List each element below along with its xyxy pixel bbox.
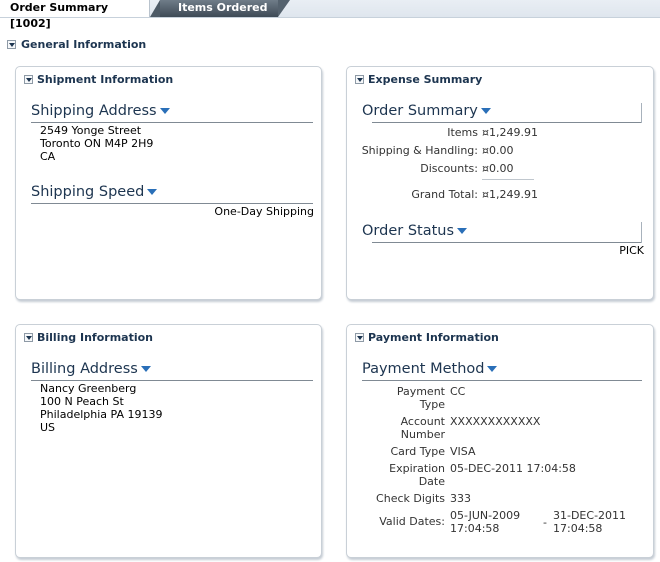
address-line: Philadelphia PA 19139 [40, 408, 163, 421]
address-line: 100 N Peach St [40, 395, 124, 408]
payment-method-heading[interactable]: Payment Method [362, 361, 498, 377]
address-line: Toronto ON M4P 2H9 [40, 137, 154, 150]
panel-title[interactable]: Expense Summary [368, 73, 482, 86]
check-digits-value: 333 [450, 492, 471, 505]
discounts-label: Discounts: [420, 162, 478, 175]
dropdown-caret-icon[interactable] [159, 108, 170, 114]
check-digits-label: Check Digits [376, 492, 445, 505]
payment-type-value: CC [450, 385, 466, 398]
valid-from-value: 05-JUN-2009 17:04:58 [450, 509, 521, 535]
divider [31, 203, 313, 204]
shipment-information-panel: Shipment Information Shipping Address 25… [15, 66, 322, 300]
collapse-toggle-icon[interactable] [355, 75, 364, 84]
collapse-toggle-icon[interactable] [24, 75, 33, 84]
valid-to-value: 31-DEC-2011 17:04:58 [553, 509, 627, 535]
divider [482, 179, 534, 180]
expiration-date-value: 05-DEC-2011 17:04:58 [450, 462, 576, 475]
collapse-toggle-icon[interactable] [24, 333, 33, 342]
panel-title[interactable]: Payment Information [368, 331, 499, 344]
shipping-address-heading[interactable]: Shipping Address [31, 103, 170, 119]
divider [641, 222, 642, 243]
divider [362, 380, 642, 381]
items-value: ¤1,249.91 [482, 126, 538, 139]
order-status-value: PICK [619, 244, 644, 257]
dropdown-caret-icon[interactable] [140, 366, 151, 372]
billing-address-heading[interactable]: Billing Address [31, 361, 151, 377]
tab-bar: Order Summary [1002] Items Ordered [0, 0, 660, 30]
collapse-toggle-icon[interactable] [355, 333, 364, 342]
dropdown-caret-icon[interactable] [487, 366, 498, 372]
address-line: 2549 Yonge Street [40, 124, 142, 137]
expiration-date-label: Expiration Date [389, 462, 445, 488]
divider [372, 122, 642, 123]
tab-items-ordered[interactable]: Items Ordered [150, 0, 290, 17]
address-line: Nancy Greenberg [40, 382, 137, 395]
dropdown-caret-icon[interactable] [147, 189, 158, 195]
payment-type-label: Payment Type [396, 385, 445, 411]
valid-dates-label: Valid Dates: [379, 515, 445, 528]
grand-total-label: Grand Total: [411, 188, 478, 201]
order-summary-heading[interactable]: Order Summary [362, 103, 491, 119]
shipping-speed-value: One-Day Shipping [214, 205, 314, 218]
divider [372, 242, 642, 243]
dropdown-caret-icon[interactable] [457, 228, 468, 234]
shipping-handling-value: ¤0.00 [482, 144, 514, 157]
account-number-label: Account Number [400, 415, 445, 441]
billing-information-panel: Billing Information Billing Address Nanc… [15, 324, 322, 558]
divider [31, 122, 313, 123]
shipping-handling-label: Shipping & Handling: [361, 144, 478, 157]
address-line: US [40, 421, 56, 434]
valid-dates-separator: - [543, 516, 547, 529]
expense-summary-panel: Expense Summary Order Summary Items ¤1,2… [346, 66, 654, 300]
items-label: Items [447, 126, 478, 139]
discounts-value: ¤0.00 [482, 162, 514, 175]
card-type-label: Card Type [390, 445, 446, 458]
general-information-header[interactable]: General Information [21, 38, 146, 51]
dropdown-caret-icon[interactable] [480, 108, 491, 114]
address-line: CA [40, 150, 56, 163]
grand-total-value: ¤1,249.91 [482, 188, 538, 201]
divider [641, 103, 642, 123]
divider [31, 380, 313, 381]
account-number-value: XXXXXXXXXXXX [450, 415, 541, 428]
card-type-value: VISA [450, 445, 476, 458]
panel-title[interactable]: Billing Information [37, 331, 153, 344]
payment-information-panel: Payment Information Payment Method Payme… [346, 324, 654, 558]
collapse-toggle-icon[interactable] [7, 40, 16, 49]
order-status-heading[interactable]: Order Status [362, 223, 468, 239]
panel-title[interactable]: Shipment Information [37, 73, 173, 86]
tab-order-summary[interactable]: Order Summary [1002] [0, 0, 150, 30]
shipping-speed-heading[interactable]: Shipping Speed [31, 184, 158, 200]
